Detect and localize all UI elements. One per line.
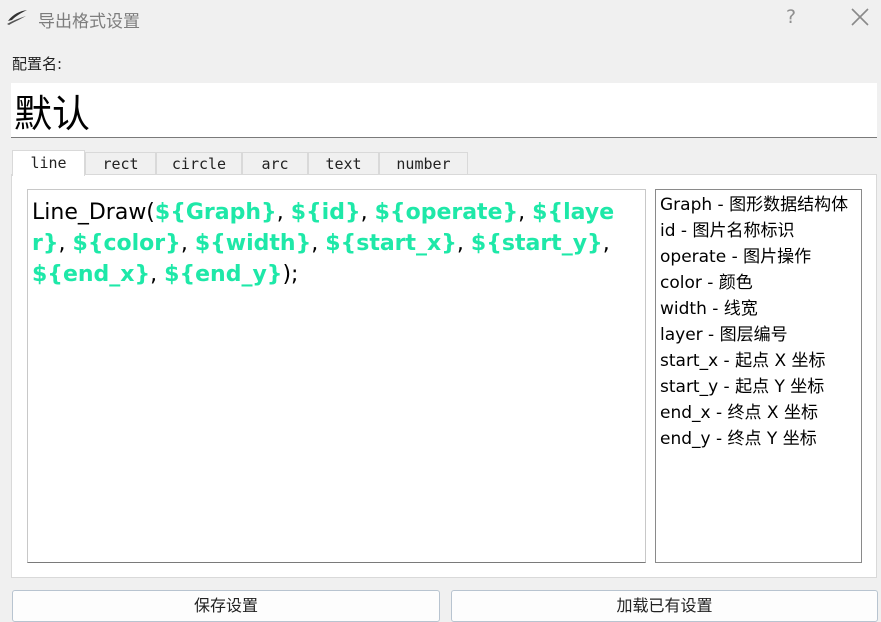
variable-help-item: id - 图片名称标识: [660, 221, 795, 241]
variable-help-item: layer - 图层编号: [660, 325, 788, 345]
template-text-token: );: [282, 262, 299, 287]
help-button[interactable]: ?: [781, 5, 801, 29]
template-text-token: ,: [180, 231, 195, 256]
template-variable-token: ${operate}: [374, 200, 519, 225]
variable-help-item: start_x - 起点 X 坐标: [660, 351, 826, 371]
template-variable-token: ${Graph}: [154, 200, 277, 225]
variable-help-item: start_y - 起点 Y 坐标: [660, 377, 825, 397]
tab-arc[interactable]: arc: [242, 152, 308, 175]
variable-help-item: color - 颜色: [660, 273, 753, 293]
tab-rect[interactable]: rect: [85, 152, 156, 175]
tab-text[interactable]: text: [308, 152, 379, 175]
template-text-token: ,: [58, 231, 73, 256]
tab-circle[interactable]: circle: [156, 152, 242, 175]
save-settings-button[interactable]: 保存设置: [12, 590, 440, 622]
template-variable-token: ${start_x}: [325, 231, 457, 256]
template-variable-token: ${end_y}: [164, 262, 283, 287]
template-variable-token: ${end_x}: [32, 262, 151, 287]
template-variable-token: ${width}: [194, 231, 312, 256]
template-text-token: ,: [456, 231, 471, 256]
tab-number[interactable]: number: [379, 152, 468, 175]
template-variable-token: ${color}: [72, 231, 181, 256]
template-text-token: ,: [602, 231, 610, 256]
config-name-label: 配置名:: [12, 55, 63, 73]
variable-help-item: end_y - 终点 Y 坐标: [660, 429, 817, 449]
tab-line[interactable]: line: [12, 150, 85, 176]
template-text-token: ,: [360, 200, 375, 225]
template-text-token: ,: [276, 200, 291, 225]
template-text-token: ,: [518, 200, 533, 225]
template-text-token: Line_Draw(: [32, 200, 155, 225]
template-variable-token: ${start_y}: [470, 231, 603, 256]
load-settings-button[interactable]: 加载已有设置: [451, 590, 878, 622]
template-text-token: ,: [311, 231, 326, 256]
title-bar: 导出格式设置 ?: [0, 0, 881, 36]
format-editor[interactable]: Line_Draw(${Graph}, ${id}, ${operate}, $…: [27, 189, 646, 563]
variable-help-item: Graph - 图形数据结构体: [660, 195, 849, 215]
template-variable-token: ${id}: [290, 200, 361, 225]
close-icon[interactable]: [849, 6, 871, 28]
template-text-token: ,: [150, 262, 165, 287]
app-logo-icon: [7, 10, 27, 25]
variable-help-item: end_x - 终点 X 坐标: [660, 403, 818, 423]
window-title: 导出格式设置: [38, 12, 140, 32]
variable-help-list: Graph - 图形数据结构体 id - 图片名称标识 operate - 图片操作…: [655, 189, 862, 563]
variable-help-item: operate - 图片操作: [660, 247, 812, 267]
config-name-input[interactable]: [11, 83, 877, 138]
variable-help-item: width - 线宽: [660, 299, 758, 319]
